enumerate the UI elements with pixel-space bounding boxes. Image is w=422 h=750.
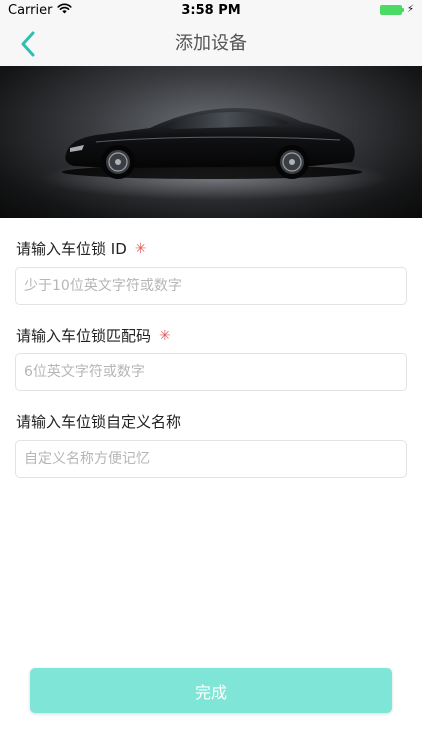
pairing-code-input[interactable]: [15, 353, 407, 391]
navigation-bar: 添加设备: [0, 22, 422, 66]
required-asterisk-icon: ✳: [159, 327, 171, 344]
hero-car-image: [0, 66, 422, 218]
custom-name-input[interactable]: [15, 440, 407, 478]
custom-name-label: 请输入车位锁自定义名称: [16, 411, 181, 432]
add-device-screen: Carrier 3:58 PM ⚡ 添加设备 请输入车位锁 ID ✳ 少于10位…: [0, 0, 422, 750]
pairing-code-label-text: 请输入车位锁匹配码: [16, 327, 152, 345]
done-button[interactable]: 完成: [30, 668, 392, 713]
car-lock-id-label: 请输入车位锁 ID ✳: [16, 238, 146, 259]
battery-indicator: ⚡: [379, 4, 414, 15]
car-lock-id-input[interactable]: [15, 267, 407, 305]
status-time: 3:58 PM: [181, 3, 241, 18]
required-asterisk-icon: ✳: [134, 240, 147, 257]
page-title: 添加设备: [175, 33, 247, 54]
custom-name-label-text: 请输入车位锁自定义名称: [16, 413, 182, 431]
status-bar: Carrier 3:58 PM ⚡: [0, 0, 422, 22]
car-lock-id-label-text: 请输入车位锁 ID: [16, 240, 127, 258]
battery-icon: [379, 5, 404, 15]
charging-bolt-icon: ⚡: [406, 4, 414, 15]
pairing-code-label: 请输入车位锁匹配码 ✳: [16, 325, 171, 346]
